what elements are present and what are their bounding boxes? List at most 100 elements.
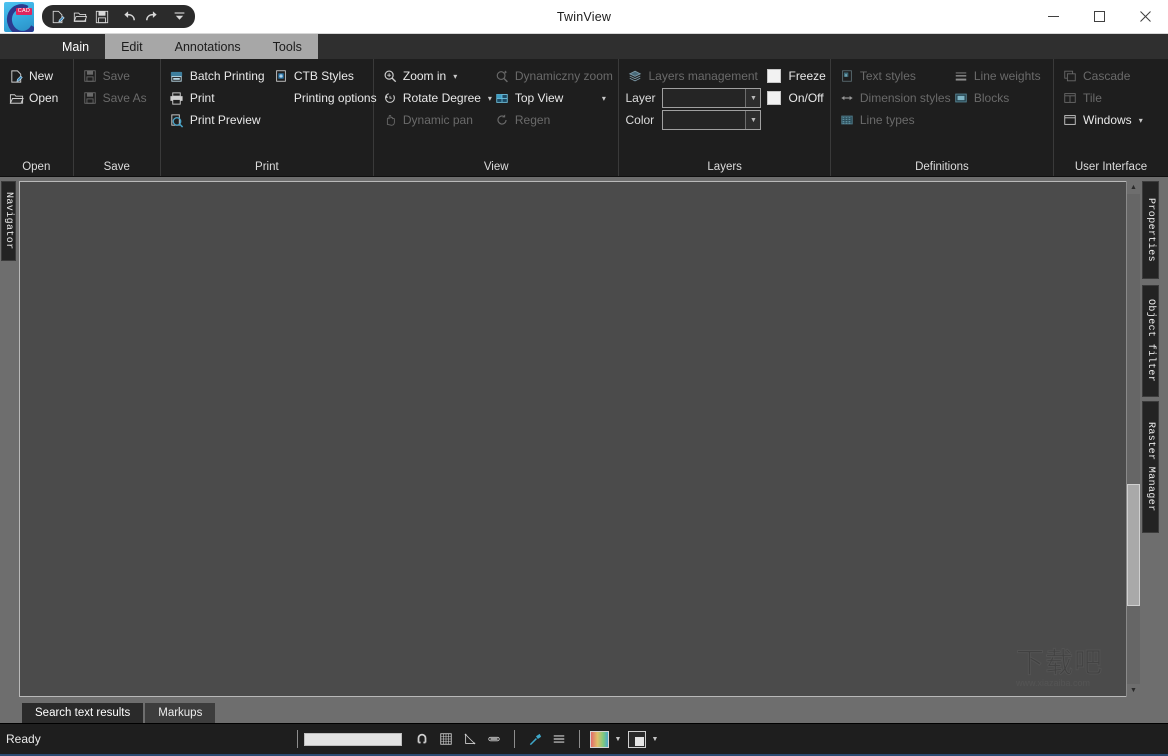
save-icon[interactable] [91,7,112,26]
print-preview-button[interactable]: Print Preview [167,109,271,131]
rotate-degree-icon [382,90,398,106]
dock-tab-properties[interactable]: Properties [1142,181,1159,279]
color-combobox[interactable]: ▼ [662,110,762,130]
command-input[interactable] [304,732,402,746]
scroll-down-arrow-icon[interactable]: ▼ [1127,684,1140,697]
dimension-styles-label: Dimension styles [859,91,951,105]
background-swatch[interactable] [627,729,646,749]
blocks-label: Blocks [973,91,1010,105]
chevron-down-icon[interactable]: ▾ [1139,116,1143,125]
line-types-button[interactable]: Line types [837,109,951,131]
drawing-canvas[interactable]: 下载吧 www.xiazaiba.com [19,181,1126,697]
tab-search-text-results[interactable]: Search text results [22,703,144,723]
freeze-checkbox-row[interactable]: Freeze [761,65,826,87]
undo-icon[interactable] [119,7,140,26]
chevron-down-icon[interactable]: ▼ [613,736,623,743]
new-button[interactable]: New [6,65,64,87]
open-button[interactable]: Open [6,87,64,109]
printing-options-button[interactable]: Printing options [271,87,377,109]
canvas-vertical-scrollbar[interactable]: ▲ ▼ [1126,181,1140,697]
layer-combobox[interactable]: ▼ [662,88,762,108]
zoom-in-button[interactable]: Zoom in ▾ [380,65,492,87]
new-label: New [29,69,54,83]
dynamic-pan-icon [382,112,398,128]
onoff-label: On/Off [788,91,824,105]
open-folder-icon[interactable] [69,7,90,26]
windows-button[interactable]: Windows ▾ [1060,109,1162,131]
freeze-label: Freeze [788,69,826,83]
polar-track-icon[interactable] [525,729,545,749]
layer-combobox-value[interactable] [663,89,745,107]
rotate-degree-button[interactable]: Rotate Degree ▾ [380,87,492,109]
tab-edit[interactable]: Edit [105,34,159,59]
save-as-button[interactable]: Save As [80,87,153,109]
chevron-down-icon[interactable]: ▼ [745,89,761,107]
dock-tab-raster-manager[interactable]: Raster Manager [1142,401,1159,533]
chevron-down-icon[interactable]: ▾ [602,94,606,103]
regen-button[interactable]: Regen [492,109,612,131]
dynamic-pan-button[interactable]: Dynamic pan [380,109,492,131]
tab-main[interactable]: Main [46,34,106,59]
cascade-button[interactable]: Cascade [1060,65,1162,87]
freeze-checkbox[interactable] [767,69,782,83]
onoff-checkbox-row[interactable]: On/Off [761,87,824,109]
chevron-down-icon[interactable]: ▼ [745,111,761,129]
batch-printing-button[interactable]: Batch Printing [167,65,271,87]
minimize-button[interactable] [1030,0,1076,33]
chevron-down-icon[interactable]: ▼ [650,736,660,743]
osnap-magnet-icon[interactable] [412,729,432,749]
ortho-angle-icon[interactable] [460,729,480,749]
bottom-tab-strip: Search text results Markups [0,703,1168,723]
canvas-container: 下载吧 www.xiazaiba.com ▲ ▼ [16,177,1140,703]
maximize-button[interactable] [1076,0,1122,33]
layer-selector-row: Layer ▼ [625,87,762,109]
scroll-thumb[interactable] [1127,484,1140,606]
line-weight-display-icon[interactable] [484,729,504,749]
text-styles-button[interactable]: a Text styles [837,65,951,87]
tab-tools[interactable]: Tools [256,34,318,59]
save-button[interactable]: Save [80,65,153,87]
color-label: Color [625,113,655,127]
blocks-button[interactable]: Blocks [951,87,1047,109]
close-button[interactable] [1122,0,1168,33]
print-button[interactable]: Print [167,87,271,109]
color-combobox-value[interactable] [663,111,745,129]
onoff-checkbox[interactable] [767,91,782,105]
ribbon-group-definitions: a Text styles Dimension styles Line type… [831,59,1054,176]
status-tool-icons: ▼ ▼ [412,729,660,749]
dynamic-zoom-icon [494,68,510,84]
save-as-label: Save As [102,91,147,105]
site-watermark: 下载吧 www.xiazaiba.com [1016,647,1120,694]
dock-tab-object-filter[interactable]: Object filter [1142,285,1159,397]
dock-tab-navigator[interactable]: Navigator [1,181,16,261]
rotate-degree-label: Rotate Degree [402,91,481,105]
dynamic-pan-label: Dynamic pan [402,113,473,127]
measure-tool-icon[interactable] [549,729,569,749]
tab-annotations[interactable]: Annotations [158,34,257,59]
status-message: Ready [6,732,41,746]
tile-button[interactable]: Tile [1060,87,1162,109]
customize-qat-icon[interactable] [169,7,190,26]
chevron-down-icon[interactable]: ▾ [453,72,457,81]
ribbon-group-open: New Open Open [0,59,74,176]
grid-icon[interactable] [436,729,456,749]
layers-management-button[interactable]: Layers management [625,65,761,87]
tab-markups[interactable]: Markups [145,703,216,723]
windows-label: Windows [1083,113,1132,127]
new-document-icon[interactable] [47,7,68,26]
top-view-button[interactable]: Top View ▾ [492,87,612,109]
dimension-styles-button[interactable]: Dimension styles [837,87,951,109]
ctb-styles-button[interactable]: CTB Styles [271,65,367,87]
line-weights-button[interactable]: Line weights [951,65,1047,87]
color-palette-swatch[interactable] [590,729,609,749]
redo-icon[interactable] [141,7,162,26]
text-styles-icon: a [839,68,855,84]
window-controls [1030,0,1168,33]
scroll-up-arrow-icon[interactable]: ▲ [1127,181,1140,194]
status-divider [514,730,515,748]
save-icon [82,68,98,84]
scroll-track[interactable] [1127,194,1140,684]
status-divider [579,730,580,748]
dynamic-zoom-button[interactable]: Dynamiczny zoom [492,65,613,87]
regen-icon [494,112,510,128]
